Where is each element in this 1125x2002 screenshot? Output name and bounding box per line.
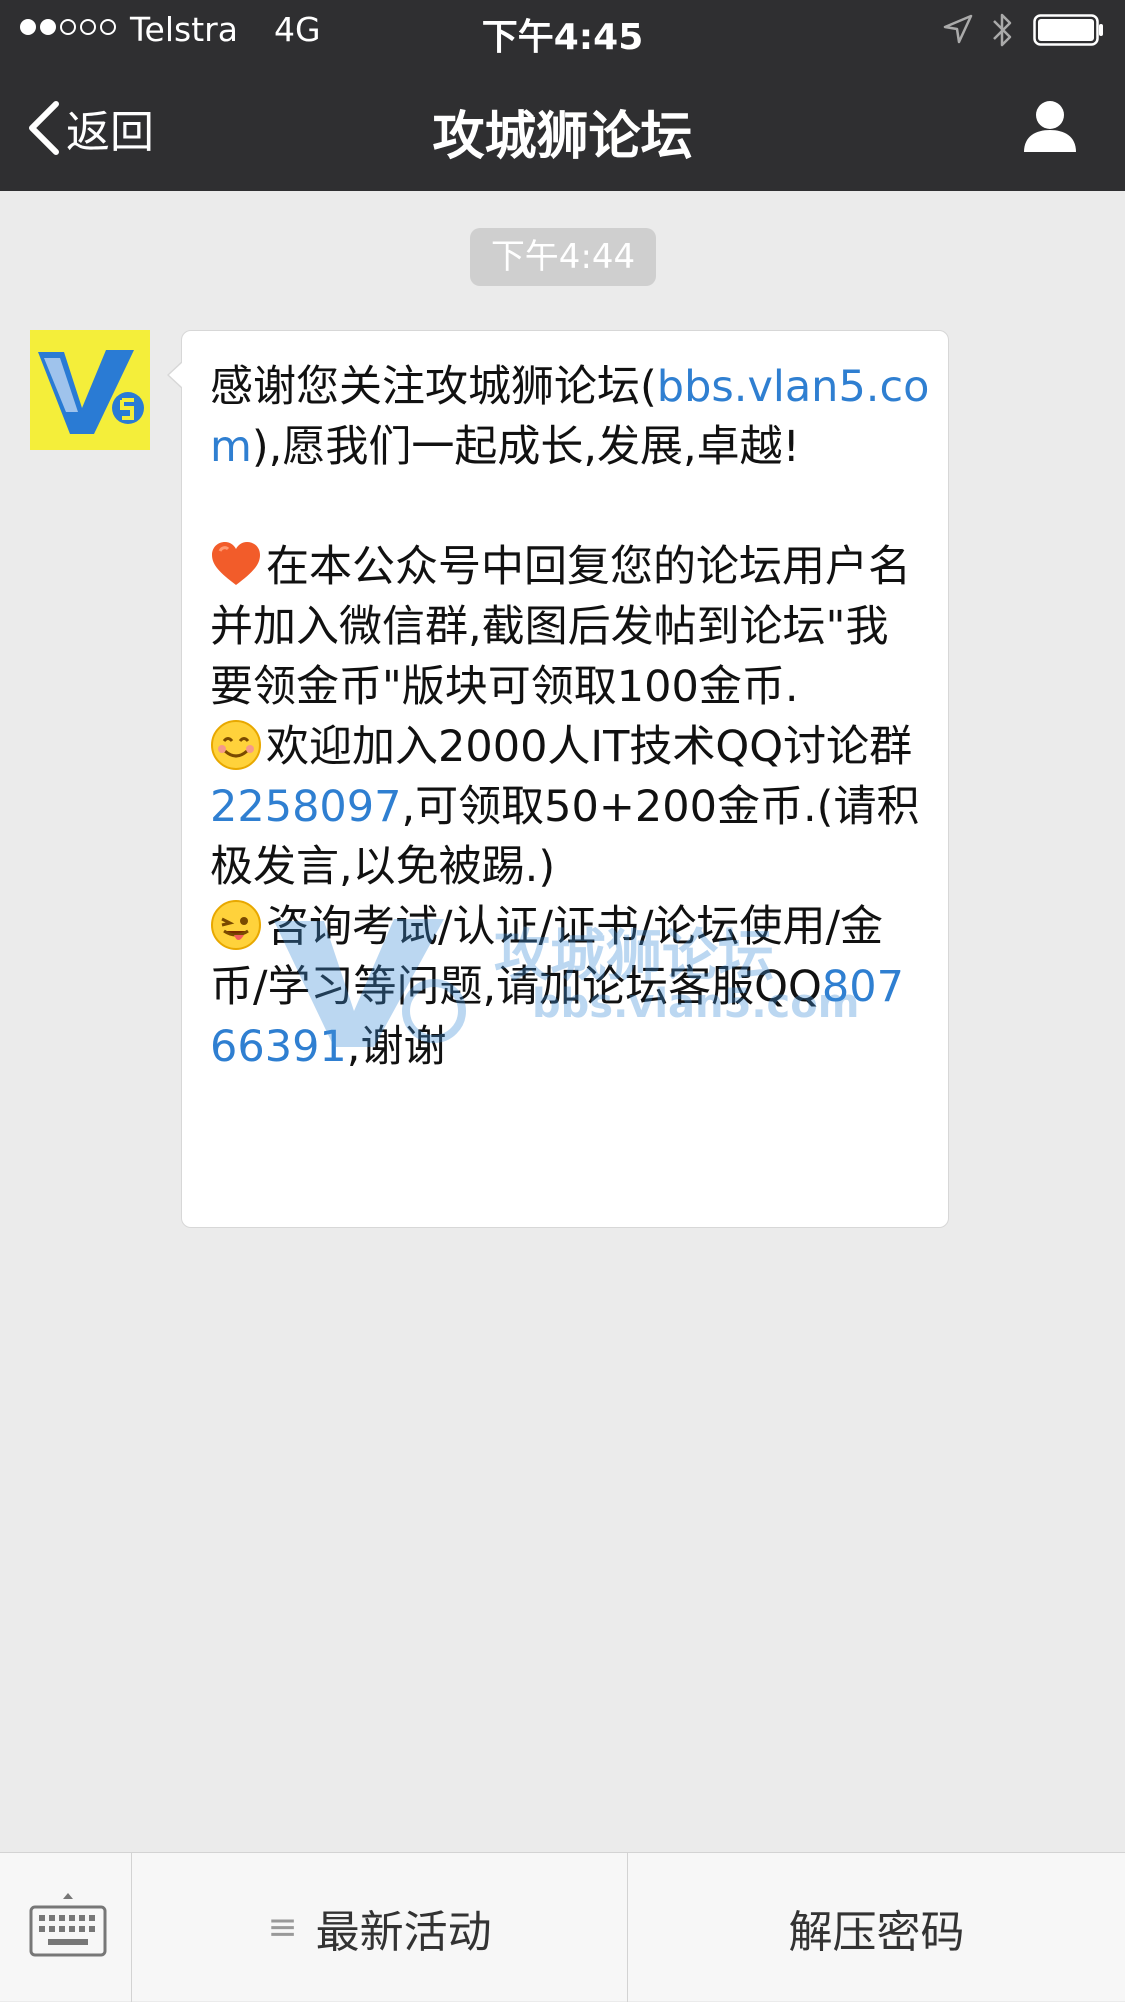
battery-icon xyxy=(1033,14,1103,46)
reward-info-text: 在本公众号中回复您的论坛用户名并加入微信群,截图后发帖到论坛"我要领金币"版块可… xyxy=(210,542,911,712)
menu-lines-icon: ≡ xyxy=(267,1907,298,1948)
support-text: 咨询考试/认证/证书/论坛使用/金币/学习等问题,请加论坛客服QQ xyxy=(210,902,883,1012)
intro-text: 感谢您关注攻城狮论坛( xyxy=(210,362,657,412)
menu-latest-activities-label: 最新活动 xyxy=(315,1906,492,1958)
qq-group-text: 欢迎加入2000人IT技术QQ讨论群 xyxy=(266,722,913,772)
v5-logo-icon xyxy=(30,330,150,450)
message-bubble: 感谢您关注攻城狮论坛(bbs.vlan5.com),愿我们一起成长,发展,卓越!… xyxy=(167,330,949,1228)
smile-icon xyxy=(211,720,261,770)
status-bar: Telstra 4G 下午4:45 xyxy=(0,0,1125,62)
profile-icon[interactable] xyxy=(1022,98,1078,154)
menu-latest-activities[interactable]: ≡ 最新活动 xyxy=(132,1853,628,2002)
navigation-bar: 返回 攻城狮论坛 xyxy=(0,62,1125,191)
support-tail: ,谢谢 xyxy=(346,1022,447,1072)
bottom-menu-bar: ≡ 最新活动 解压密码 xyxy=(0,1852,1125,2002)
avatar[interactable] xyxy=(30,330,150,450)
wink-tongue-icon xyxy=(211,900,261,950)
qq-group-link[interactable]: 2258097 xyxy=(210,782,402,832)
keyboard-icon xyxy=(29,1893,107,1957)
bluetooth-icon xyxy=(993,13,1012,47)
menu-unzip-password-label: 解压密码 xyxy=(788,1906,965,1958)
message-timestamp: 下午4:44 xyxy=(470,228,656,286)
page-title: 攻城狮论坛 xyxy=(432,107,693,167)
top-bar: Telstra 4G 下午4:45 返回 攻城狮论坛 xyxy=(0,0,1125,191)
menu-unzip-password[interactable]: 解压密码 xyxy=(628,1853,1125,2002)
location-arrow-icon xyxy=(943,14,973,44)
intro-tail: ),愿我们一起成长,发展,卓越! xyxy=(251,422,800,472)
keyboard-toggle-button[interactable] xyxy=(0,1853,132,2002)
message-text: 感谢您关注攻城狮论坛(bbs.vlan5.com),愿我们一起成长,发展,卓越!… xyxy=(210,357,930,1077)
heart-icon xyxy=(212,542,260,585)
